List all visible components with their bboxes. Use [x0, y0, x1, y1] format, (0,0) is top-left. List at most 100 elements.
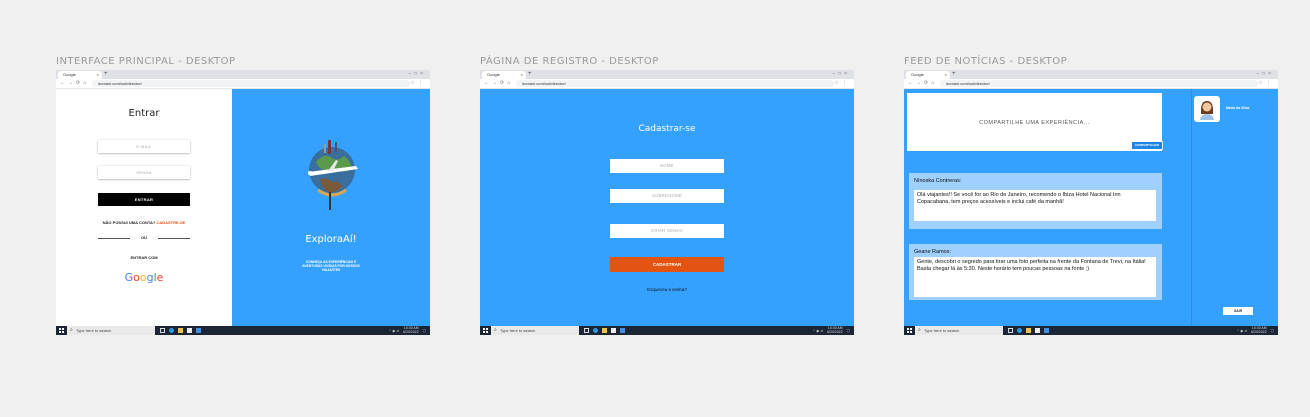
taskbar-search[interactable]: Type here to search	[915, 326, 1003, 335]
edge-icon[interactable]	[169, 328, 174, 333]
taskbar-search[interactable]: Type here to search	[491, 326, 579, 335]
date: 6/20/2022	[827, 329, 843, 334]
share-experience-box[interactable]: COMPARTILHE UMA EXPERIÊNCIA...	[907, 93, 1162, 151]
brand-tagline: CONHEÇA AS EXPERIÊNCIAS E AVENTURAS VIVI…	[302, 260, 360, 272]
post-author: Nínoska Contreras:	[914, 178, 962, 184]
folder-icon[interactable]	[602, 328, 607, 333]
address-bar: ←→⟳⌂ domain.com/subdirectori ☆⋮	[904, 79, 1278, 89]
or-divider: OU	[98, 235, 190, 241]
user-avatar-icon	[1200, 101, 1214, 120]
url-field[interactable]: domain.com/subdirectori	[92, 80, 410, 87]
share-prompt: COMPARTILHE UMA EXPERIÊNCIA...	[979, 120, 1090, 126]
close-tab-icon[interactable]: ×	[945, 71, 947, 79]
password-field[interactable]: SENHA	[98, 166, 190, 179]
taskbar-search[interactable]: Type here to search	[67, 326, 155, 335]
browser-tab[interactable]: Google ×	[58, 71, 102, 79]
new-tab-icon[interactable]: +	[528, 70, 532, 79]
feed-panel: COMPARTILHE UMA EXPERIÊNCIA... COMPARTIL…	[904, 89, 1278, 326]
browser-tab[interactable]: Google ×	[906, 71, 950, 79]
frame-title-feed: FEED DE NOTÍCIAS - DESKTOP	[904, 56, 1068, 67]
mail-icon[interactable]	[1044, 328, 1049, 333]
url-field[interactable]: domain.com/subdirectori	[516, 80, 834, 87]
notification-icon[interactable]: ▢	[423, 329, 426, 333]
address-bar: ←→⟳⌂ domain.com/subdirectori ☆⋮	[480, 79, 854, 89]
windows-start-icon[interactable]	[59, 328, 64, 333]
close-tab-icon[interactable]: ×	[97, 71, 99, 79]
post-text: Gente, descobri o segredo para tirar uma…	[914, 257, 1156, 297]
edge-icon[interactable]	[1017, 328, 1022, 333]
notification-icon[interactable]: ▢	[847, 329, 850, 333]
date: 6/20/2022	[403, 329, 419, 334]
post-card: Nínoska Contreras: Olá viajantes!! Se vo…	[909, 173, 1162, 229]
window-controls[interactable]: –□×	[408, 70, 426, 79]
edge-icon[interactable]	[593, 328, 598, 333]
windows-start-icon[interactable]	[483, 328, 488, 333]
clock[interactable]: 10:30 AM 6/20/2022	[403, 326, 419, 334]
surname-field[interactable]: SOBRENOME	[610, 189, 724, 203]
globe-travel-illustration	[308, 140, 358, 210]
login-button[interactable]: ENTRAR	[98, 193, 190, 206]
name-field[interactable]: NOME	[610, 159, 724, 173]
windows-start-icon[interactable]	[907, 328, 912, 333]
store-icon[interactable]	[1035, 328, 1040, 333]
share-button[interactable]: COMPARTILHAR	[1132, 142, 1162, 149]
new-tab-icon[interactable]: +	[952, 70, 956, 79]
browser-menu-icon[interactable]: ☆⋮	[835, 79, 850, 88]
taskbar-apps	[584, 326, 625, 335]
url-field[interactable]: domain.com/subdirectori	[940, 80, 1258, 87]
nav-buttons[interactable]: ←→⟳⌂	[484, 79, 513, 88]
browser-tab[interactable]: Google ×	[482, 71, 526, 79]
close-tab-icon[interactable]: ×	[521, 71, 523, 79]
task-view-icon[interactable]	[1008, 328, 1013, 333]
store-icon[interactable]	[187, 328, 192, 333]
page-content: Entrar E-MAIL SENHA ENTRAR NÃO POSSUI UM…	[56, 89, 430, 326]
email-field[interactable]: E-MAIL	[98, 140, 190, 153]
tray-icons[interactable]: ⌃ ◉ ⊲	[388, 329, 399, 333]
login-title: Entrar	[128, 108, 160, 119]
google-logo-button[interactable]: Google	[56, 271, 232, 284]
signup-link[interactable]: CADASTRE-SE	[156, 220, 185, 225]
folder-icon[interactable]	[1026, 328, 1031, 333]
frame-title-register: PÁGINA DE REGISTRO - DESKTOP	[480, 56, 659, 67]
system-tray: ⌃ ◉ ⊲ 10:30 AM 6/20/2022 ▢	[812, 326, 850, 335]
register-button[interactable]: CADASTRAR	[610, 257, 724, 272]
user-sidebar: Maria da Silva SAIR	[1191, 89, 1278, 326]
window-controls[interactable]: –□×	[832, 70, 850, 79]
clock[interactable]: 10:30 AM 6/20/2022	[1251, 326, 1267, 334]
task-view-icon[interactable]	[584, 328, 589, 333]
frame-main-interface: Google × + –□× ←→⟳⌂ domain.com/subdirecto…	[56, 70, 430, 335]
tray-icons[interactable]: ⌃ ◉ ⊲	[812, 329, 823, 333]
store-icon[interactable]	[611, 328, 616, 333]
new-tab-icon[interactable]: +	[104, 70, 108, 79]
folder-icon[interactable]	[178, 328, 183, 333]
notification-icon[interactable]: ▢	[1271, 329, 1274, 333]
tab-label: Google	[63, 72, 76, 77]
windows-taskbar: Type here to search ⌃ ◉ ⊲ 10:30 AM6/20/2…	[904, 326, 1278, 335]
brand-panel: ExploraAí! CONHEÇA AS EXPERIÊNCIAS E AVE…	[232, 89, 430, 326]
clock[interactable]: 10:30 AM 6/20/2022	[827, 326, 843, 334]
browser-tabbar: Google × + –□×	[904, 70, 1278, 79]
nav-buttons[interactable]: ←→⟳⌂	[60, 79, 89, 88]
tray-icons[interactable]: ⌃ ◉ ⊲	[1236, 329, 1247, 333]
window-controls[interactable]: –□×	[1256, 70, 1274, 79]
create-password-field[interactable]: CRIAR SENHA	[610, 224, 724, 238]
avatar[interactable]	[1194, 96, 1220, 122]
task-view-icon[interactable]	[160, 328, 165, 333]
post-text: Olá viajantes!! Se você for ao Rio de Ja…	[914, 190, 1156, 221]
register-title: Cadastrar-se	[638, 124, 696, 134]
browser-menu-icon[interactable]: ☆⋮	[1259, 79, 1274, 88]
browser-tabbar: Google × + –□×	[480, 70, 854, 79]
browser-menu-icon[interactable]: ☆⋮	[411, 79, 426, 88]
divider-line-right	[158, 238, 190, 239]
mail-icon[interactable]	[620, 328, 625, 333]
register-panel: Cadastrar-se NOME SOBRENOME CRIAR SENHA …	[480, 89, 854, 326]
mail-icon[interactable]	[196, 328, 201, 333]
forgot-password-link[interactable]: Esqueceu a senha?	[480, 287, 854, 292]
page-content: COMPARTILHE UMA EXPERIÊNCIA... COMPARTIL…	[904, 89, 1278, 326]
taskbar-apps	[1008, 326, 1049, 335]
nav-buttons[interactable]: ←→⟳⌂	[908, 79, 937, 88]
address-bar: ←→⟳⌂ domain.com/subdirectori ☆⋮	[56, 79, 430, 89]
system-tray: ⌃ ◉ ⊲ 10:30 AM 6/20/2022 ▢	[1236, 326, 1274, 335]
logout-button[interactable]: SAIR	[1223, 307, 1253, 315]
no-account-text: NÃO POSSUI UMA CONTA? CADASTRE-SE	[56, 220, 232, 225]
